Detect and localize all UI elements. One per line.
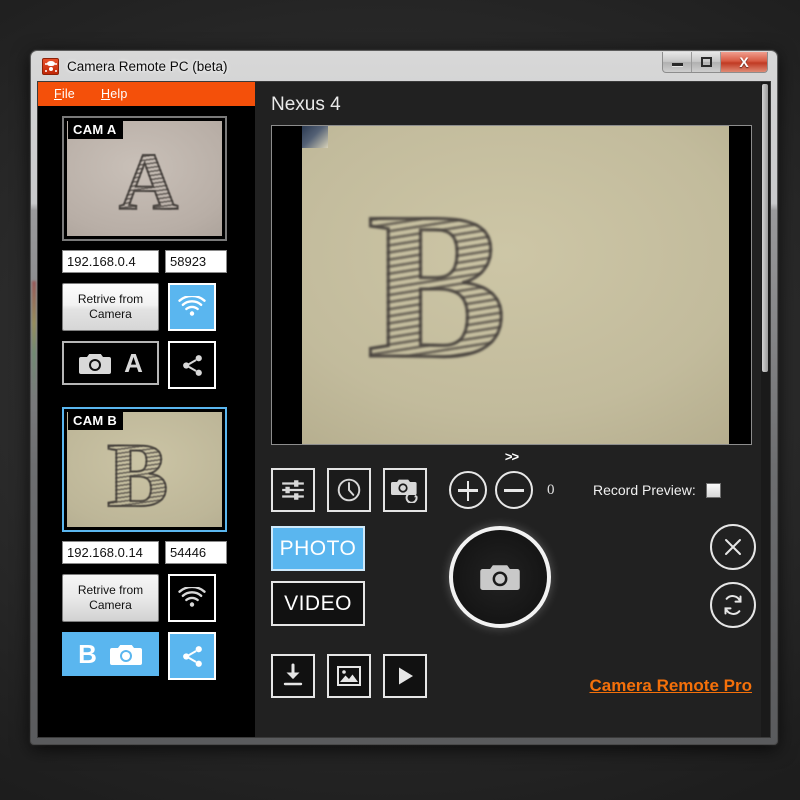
window-inner: Camera Remote PC (beta) X File Help CAM …	[31, 51, 777, 744]
camera-preview[interactable]: B	[271, 125, 752, 445]
cam-b-actions-top: Retrive from Camera	[62, 574, 255, 622]
close-button[interactable]: X	[721, 52, 767, 72]
bottom-row: Camera Remote Pro	[271, 654, 756, 698]
minus-icon	[504, 489, 524, 492]
refresh-circle-icon	[724, 595, 742, 615]
cam-b-share-button[interactable]	[168, 632, 216, 680]
zoom-out-button[interactable]	[495, 471, 533, 509]
window-title: Camera Remote PC (beta)	[67, 58, 228, 74]
download-icon	[283, 663, 303, 686]
title-bar: Camera Remote PC (beta) X	[37, 51, 771, 81]
camera-icon	[480, 565, 520, 590]
plus-icon-vertical	[466, 481, 469, 501]
settings-button[interactable]	[271, 468, 315, 512]
cam-b-capture-letter: B	[78, 639, 97, 669]
cam-b-thumbnail[interactable]: CAM B B	[62, 407, 227, 532]
cam-b-badge: CAM B	[68, 412, 124, 430]
minimize-button[interactable]	[663, 52, 692, 72]
close-button-main[interactable]	[710, 524, 756, 570]
cam-b-retrieve-button[interactable]: Retrive from Camera	[62, 574, 159, 622]
zoom-in-button[interactable]	[449, 471, 487, 509]
camera-block-a: CAM A A 192.168.0.4 58923 Retrive from Ca…	[38, 106, 255, 389]
shutter-button[interactable]	[449, 526, 551, 628]
clock-icon	[337, 478, 361, 502]
cam-a-thumbnail[interactable]: CAM A A	[62, 116, 227, 241]
maximize-icon	[700, 57, 712, 67]
play-icon	[399, 667, 413, 685]
cam-a-ip-input[interactable]: 192.168.0.4	[62, 250, 159, 273]
sidebar: File Help CAM A A 192.168.0.4 58923 Retr…	[38, 82, 255, 737]
client-area: File Help CAM A A 192.168.0.4 58923 Retr…	[37, 81, 771, 738]
vertical-scrollbar[interactable]	[761, 82, 770, 737]
menu-help-rest: elp	[110, 87, 128, 101]
cam-a-capture-button[interactable]: A	[62, 341, 159, 385]
cam-a-port-input[interactable]: 58923	[165, 250, 227, 273]
scrollbar-thumb[interactable]	[762, 84, 768, 372]
close-circle-icon	[725, 539, 741, 555]
cam-a-actions-bottom: A	[62, 341, 255, 389]
mode-column: PHOTO VIDEO	[271, 526, 365, 626]
cam-b-capture-button[interactable]: B	[62, 632, 159, 676]
cam-b-wifi-button[interactable]	[168, 574, 216, 622]
wifi-icon	[178, 296, 206, 316]
switch-camera-button[interactable]	[383, 468, 427, 512]
minimize-icon	[671, 63, 683, 66]
cam-a-actions-top: Retrive from Camera	[62, 283, 255, 331]
camera-switch-icon	[391, 479, 418, 503]
cam-a-fields: 192.168.0.4 58923	[62, 250, 255, 273]
gallery-button[interactable]	[327, 654, 371, 698]
mode-row: PHOTO VIDEO	[271, 524, 756, 644]
share-icon	[182, 645, 202, 667]
device-title: Nexus 4	[271, 94, 341, 115]
cam-a-retrieve-label: Retrive from Camera	[77, 292, 144, 321]
cam-b-port-input[interactable]: 54446	[165, 541, 227, 564]
play-button[interactable]	[383, 654, 427, 698]
zoom-value: 0	[547, 481, 555, 498]
sliders-icon	[282, 480, 304, 500]
share-icon	[182, 354, 202, 376]
camera-block-b: CAM B B 192.168.0.14 54446 Retrive from C…	[38, 389, 255, 680]
cam-b-drawn-letter: B	[106, 423, 169, 527]
menu-bar: File Help	[38, 82, 255, 106]
refresh-button[interactable]	[710, 582, 756, 628]
cam-a-share-button[interactable]	[168, 341, 216, 389]
cam-a-wifi-button[interactable]	[168, 283, 216, 331]
app-window: Camera Remote PC (beta) X File Help CAM …	[30, 50, 778, 745]
cam-b-ip-input[interactable]: 192.168.0.14	[62, 541, 159, 564]
download-button[interactable]	[271, 654, 315, 698]
cam-a-drawn-letter: A	[118, 135, 179, 228]
cam-b-actions-bottom: B	[62, 632, 255, 680]
camera-remote-pro-link[interactable]: Camera Remote Pro	[589, 676, 752, 696]
preview-drawn-letter: B	[365, 170, 508, 402]
main-panel: Nexus 4 B >> 0 Record Preview: PHOTO VID…	[255, 82, 770, 737]
cam-a-retrieve-button[interactable]: Retrive from Camera	[62, 283, 159, 331]
menu-file-rest: ile	[61, 87, 75, 101]
record-preview-label: Record Preview:	[593, 482, 696, 498]
expand-chevron[interactable]: >>	[271, 449, 752, 464]
preview-corner-artifact	[302, 126, 328, 148]
frame-reflection	[32, 281, 36, 401]
close-icon: X	[739, 54, 749, 70]
camera-icon	[79, 353, 112, 374]
timer-button[interactable]	[327, 468, 371, 512]
cam-b-retrieve-label: Retrive from Camera	[77, 583, 144, 612]
camera-icon	[109, 644, 142, 665]
record-preview-checkbox[interactable]	[705, 482, 721, 498]
side-buttons	[710, 524, 756, 628]
record-preview-group: Record Preview:	[593, 482, 721, 498]
maximize-button[interactable]	[692, 52, 721, 72]
wifi-icon	[178, 587, 206, 607]
camera-app-icon	[42, 57, 59, 75]
menu-item-help[interactable]: Help	[101, 87, 128, 101]
cam-a-capture-letter: A	[124, 348, 143, 378]
cam-b-fields: 192.168.0.14 54446	[62, 541, 255, 564]
cam-a-badge: CAM A	[68, 121, 123, 139]
photo-mode-button[interactable]: PHOTO	[271, 526, 365, 571]
video-mode-button[interactable]: VIDEO	[271, 581, 365, 626]
gallery-icon	[337, 666, 361, 686]
control-row: 0 Record Preview:	[271, 468, 756, 512]
window-controls: X	[662, 52, 768, 73]
menu-item-file[interactable]: File	[54, 87, 75, 101]
